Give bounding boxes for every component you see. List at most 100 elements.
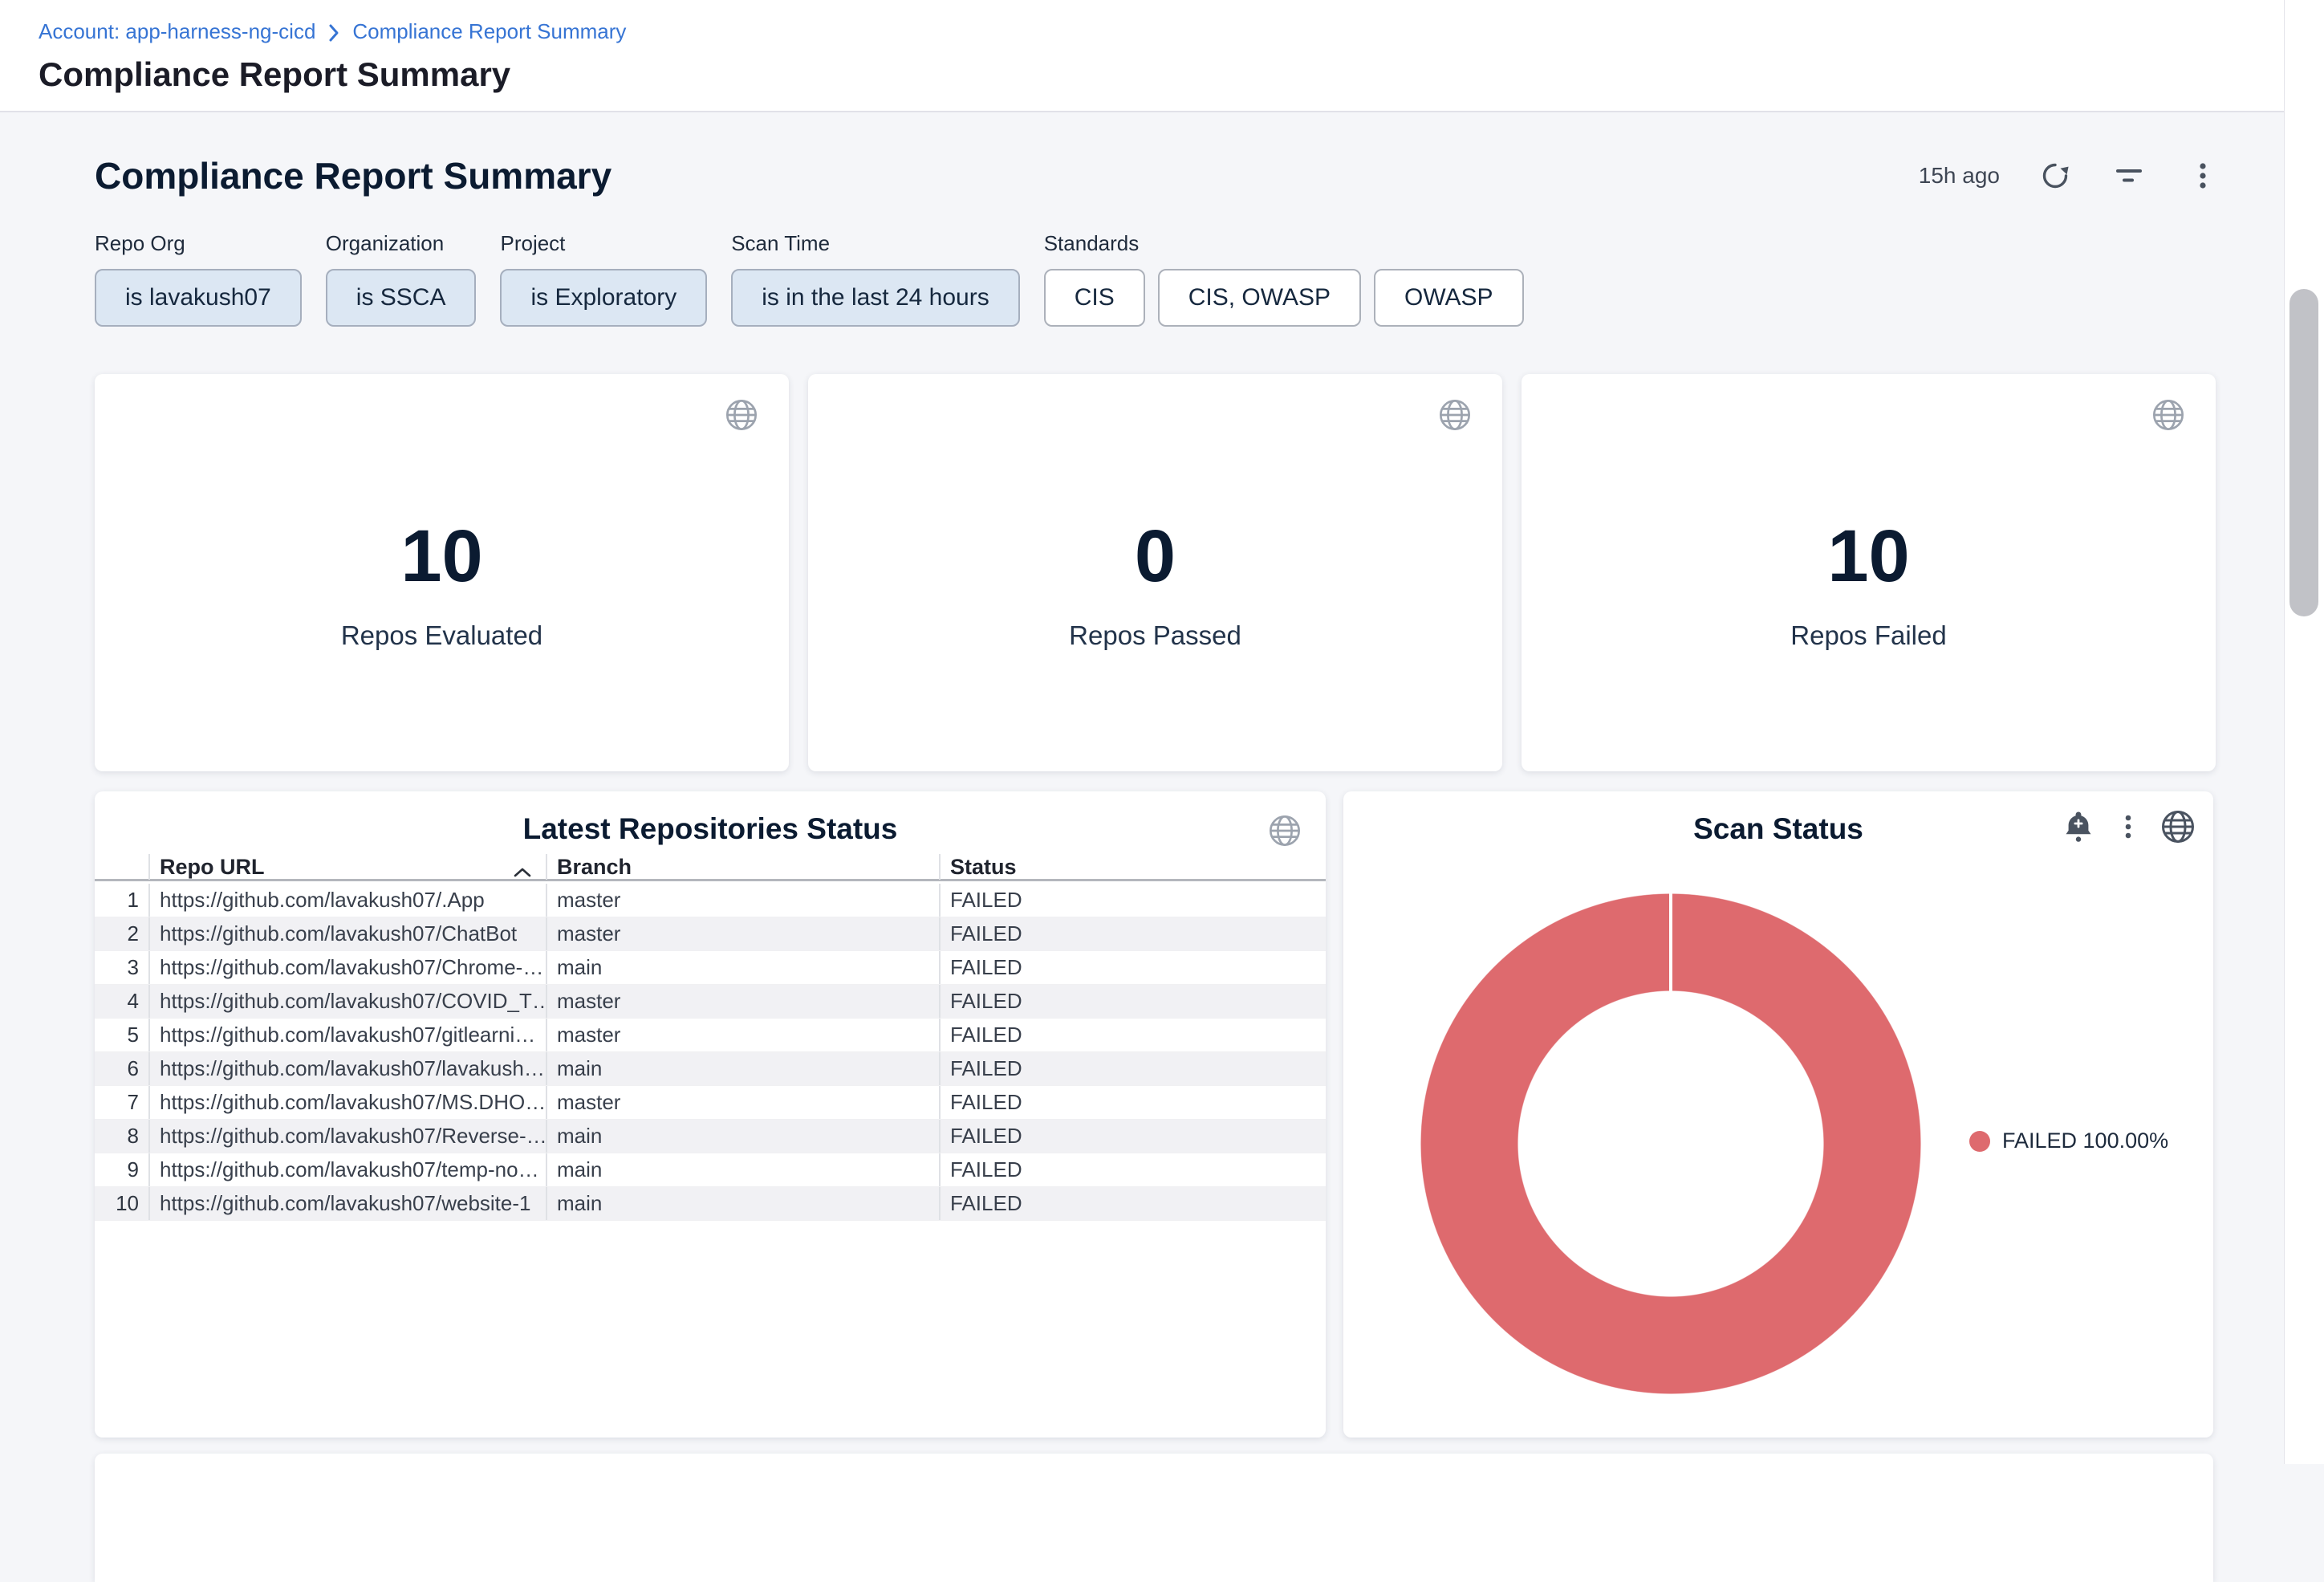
filter-project: Project is Exploratory xyxy=(500,231,707,327)
table-row: 4https://github.com/lavakush07/COVID_T…m… xyxy=(95,985,1326,1019)
table-row: 9https://github.com/lavakush07/temp-no…m… xyxy=(95,1153,1326,1187)
bottom-card-row: Latest Repositories Status Repo URL Bran… xyxy=(95,791,2213,1438)
dashboard-actions: 15h ago xyxy=(1919,157,2221,194)
table-cell-branch: master xyxy=(546,1019,939,1051)
table-row: 3https://github.com/lavakush07/Chrome-…m… xyxy=(95,951,1326,985)
table-cell-branch: master xyxy=(546,884,939,917)
filter-chip[interactable]: CIS xyxy=(1044,269,1145,327)
dashboard-header: Compliance Report Summary 15h ago xyxy=(95,141,2221,210)
filter-label: Organization xyxy=(326,231,477,256)
scrollbar-track[interactable] xyxy=(2284,0,2324,1464)
kebab-menu-icon[interactable] xyxy=(2111,809,2146,844)
table-row: 8https://github.com/lavakush07/Reverse-…… xyxy=(95,1120,1326,1153)
stat-card-repos-evaluated: 10 Repos Evaluated xyxy=(95,374,789,771)
stat-value: 0 xyxy=(1135,519,1176,593)
filter-icon[interactable] xyxy=(2111,157,2147,194)
refresh-icon[interactable] xyxy=(2037,157,2074,194)
table-cell-num: 4 xyxy=(95,985,148,1018)
filter-chip[interactable]: OWASP xyxy=(1374,269,1524,327)
column-header-repo-url[interactable]: Repo URL xyxy=(148,854,546,880)
table-cell-url: https://github.com/lavakush07/.App xyxy=(148,884,546,917)
table-cell-status: FAILED xyxy=(939,1187,1326,1220)
table-row: 5https://github.com/lavakush07/gitlearni… xyxy=(95,1019,1326,1052)
legend-item-failed[interactable]: FAILED 100.00% xyxy=(1969,1129,2168,1153)
table-row: 6https://github.com/lavakush07/lavakush…… xyxy=(95,1052,1326,1086)
stat-label: Repos Failed xyxy=(1790,620,1946,651)
table-cell-branch: master xyxy=(546,917,939,950)
filter-chip[interactable]: is Exploratory xyxy=(500,269,707,327)
table-cell-branch: main xyxy=(546,1153,939,1186)
scan-donut[interactable] xyxy=(1420,893,1921,1394)
table-cell-num: 7 xyxy=(95,1086,148,1119)
globe-icon[interactable] xyxy=(2151,398,2185,436)
breadcrumb-account-link[interactable]: Account: app-harness-ng-cicd xyxy=(39,19,315,44)
stat-value: 10 xyxy=(400,519,482,593)
bell-plus-icon[interactable] xyxy=(2061,809,2096,844)
donut-slice-gap xyxy=(1669,893,1672,993)
stat-value: 10 xyxy=(1827,519,1909,593)
table-cell-num: 9 xyxy=(95,1153,148,1186)
table-cell-branch: main xyxy=(546,1187,939,1220)
filter-chip[interactable]: CIS, OWASP xyxy=(1158,269,1361,327)
filter-chip[interactable]: is SSCA xyxy=(326,269,477,327)
table-body: 1https://github.com/lavakush07/.Appmaste… xyxy=(95,884,1326,1221)
table-row: 7https://github.com/lavakush07/MS.DHO…ma… xyxy=(95,1086,1326,1120)
latest-repositories-card: Latest Repositories Status Repo URL Bran… xyxy=(95,791,1326,1438)
table-cell-url: https://github.com/lavakush07/MS.DHO… xyxy=(148,1086,546,1119)
column-header-status[interactable]: Status xyxy=(939,854,1326,880)
filter-chip[interactable]: is lavakush07 xyxy=(95,269,302,327)
table-cell-status: FAILED xyxy=(939,1120,1326,1153)
stat-label: Repos Evaluated xyxy=(341,620,542,651)
filter-label: Standards xyxy=(1044,231,1524,256)
stat-card-repos-passed: 0 Repos Passed xyxy=(808,374,1502,771)
table-cell-num: 2 xyxy=(95,917,148,950)
globe-icon[interactable] xyxy=(1438,398,1472,436)
breadcrumb-chevron-icon xyxy=(327,22,341,43)
table-cell-url: https://github.com/lavakush07/COVID_T… xyxy=(148,985,546,1018)
table-cell-status: FAILED xyxy=(939,917,1326,950)
table-cell-status: FAILED xyxy=(939,1052,1326,1085)
table-cell-status: FAILED xyxy=(939,1019,1326,1051)
table-cell-num: 8 xyxy=(95,1120,148,1153)
filter-label: Project xyxy=(500,231,707,256)
table-row: 2https://github.com/lavakush07/ChatBotma… xyxy=(95,917,1326,951)
top-header: Account: app-harness-ng-cicd Compliance … xyxy=(0,0,2284,112)
table-cell-url: https://github.com/lavakush07/Reverse-… xyxy=(148,1120,546,1153)
globe-icon[interactable] xyxy=(1268,814,1302,852)
filter-scan-time: Scan Time is in the last 24 hours xyxy=(731,231,1020,327)
page-title: Compliance Report Summary xyxy=(39,55,2284,94)
globe-icon[interactable] xyxy=(2160,809,2196,844)
table-cell-num: 3 xyxy=(95,951,148,984)
legend-dot xyxy=(1969,1131,1990,1152)
table-cell-branch: main xyxy=(546,1052,939,1085)
table-cell-url: https://github.com/lavakush07/lavakush… xyxy=(148,1052,546,1085)
kebab-menu-icon[interactable] xyxy=(2184,157,2221,194)
table-cell-branch: main xyxy=(546,951,939,984)
scrollbar-thumb[interactable] xyxy=(2289,289,2318,616)
scan-status-card: Scan Status xyxy=(1343,791,2213,1438)
globe-icon[interactable] xyxy=(725,398,758,436)
filter-bar: Repo Org is lavakush07 Organization is S… xyxy=(95,231,1524,327)
table-cell-branch: master xyxy=(546,985,939,1018)
filter-chip[interactable]: is in the last 24 hours xyxy=(731,269,1020,327)
column-header-branch[interactable]: Branch xyxy=(546,854,939,880)
filter-label: Repo Org xyxy=(95,231,302,256)
last-refreshed-label: 15h ago xyxy=(1919,163,2000,189)
next-card-partial xyxy=(95,1454,2213,1582)
table-cell-num: 6 xyxy=(95,1052,148,1085)
breadcrumb-current-link[interactable]: Compliance Report Summary xyxy=(352,19,626,44)
stat-card-row: 10 Repos Evaluated 0 Repos Passed 10 Rep… xyxy=(95,374,2216,771)
table-cell-branch: master xyxy=(546,1086,939,1119)
table-cell-url: https://github.com/lavakush07/Chrome-… xyxy=(148,951,546,984)
table-cell-num: 1 xyxy=(95,884,148,917)
filter-repo-org: Repo Org is lavakush07 xyxy=(95,231,302,327)
filter-standards: Standards CIS CIS, OWASP OWASP xyxy=(1044,231,1524,327)
dashboard-content: Compliance Report Summary 15h ago xyxy=(0,114,2284,1464)
table-row: 1https://github.com/lavakush07/.Appmaste… xyxy=(95,884,1326,917)
row-number-column-header xyxy=(95,854,148,880)
stat-card-repos-failed: 10 Repos Failed xyxy=(1522,374,2216,771)
table-cell-url: https://github.com/lavakush07/website-1 xyxy=(148,1187,546,1220)
table-cell-status: FAILED xyxy=(939,985,1326,1018)
filter-label: Scan Time xyxy=(731,231,1020,256)
sort-asc-icon xyxy=(512,860,533,885)
